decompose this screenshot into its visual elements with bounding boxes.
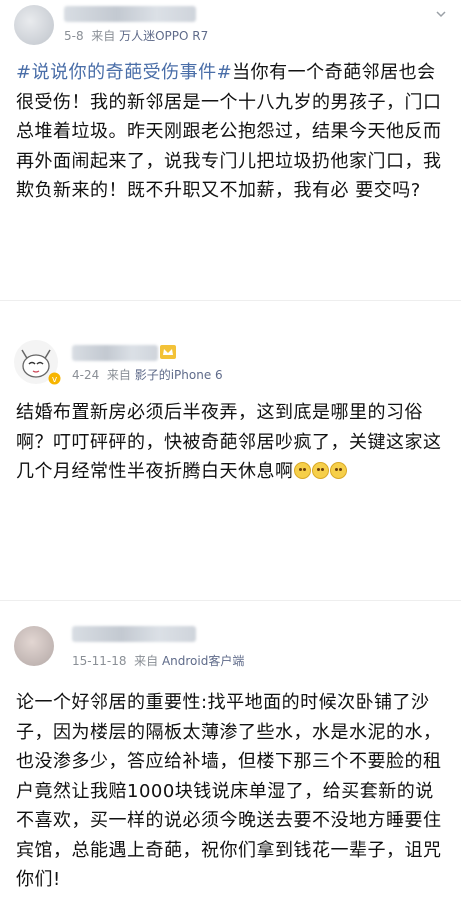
username[interactable] — [72, 345, 158, 361]
post-source[interactable]: Android客户端 — [162, 654, 244, 668]
post-header: v 4-24 来自 影子的iPhone 6 — [0, 340, 461, 392]
post-text: 论一个好邻居的重要性:找平地面的时候次卧铺了沙子，因为楼层的隔板太薄渗了些水，水… — [16, 688, 448, 895]
post-from: 来自 — [106, 368, 131, 382]
emoji-icon — [329, 462, 347, 479]
divider — [0, 300, 461, 301]
emoji-icon — [311, 462, 329, 479]
post-1: 5-8 来自 万人迷OPPO R7 #说说你的奇葩受伤事件#当你有一个奇葩邻居也… — [0, 0, 461, 260]
post-source[interactable]: 万人迷OPPO R7 — [119, 29, 208, 43]
post-date: 5-8 — [64, 29, 84, 43]
post-date: 4-24 — [72, 368, 100, 382]
post-meta: 5-8 来自 万人迷OPPO R7 — [64, 27, 208, 44]
crown-icon — [160, 345, 176, 359]
post-meta: 15-11-18 来自 Android客户端 — [72, 652, 244, 669]
post-date: 15-11-18 — [72, 654, 127, 668]
avatar[interactable] — [14, 626, 54, 666]
post-text: 结婚布置新房必须后半夜弄，这到底是哪里的习俗啊？叮叮砰砰的，快被奇葩邻居吵疯了，… — [16, 398, 448, 487]
post-header: 5-8 来自 万人迷OPPO R7 — [0, 0, 461, 52]
post-2: v 4-24 来自 影子的iPhone 6 结婚布置新房必须后半夜弄，这到底是哪… — [0, 340, 461, 540]
verified-badge-icon: v — [48, 372, 61, 385]
avatar[interactable] — [14, 5, 54, 45]
username[interactable] — [72, 626, 196, 642]
post-text-content: 结婚布置新房必须后半夜弄，这到底是哪里的习俗啊？叮叮砰砰的，快被奇葩邻居吵疯了，… — [16, 402, 442, 482]
post-from: 来自 — [91, 29, 116, 43]
post-text: #说说你的奇葩受伤事件#当你有一个奇葩邻居也会很受伤！我的新邻居是一个十八九岁的… — [16, 58, 448, 206]
post-text-content: 论一个好邻居的重要性:找平地面的时候次卧铺了沙子，因为楼层的隔板太薄渗了些水，水… — [16, 692, 442, 890]
svg-text:v: v — [52, 375, 58, 385]
emoji-icon — [293, 462, 311, 479]
post-header: 15-11-18 来自 Android客户端 — [0, 622, 461, 674]
post-3: 15-11-18 来自 Android客户端 论一个好邻居的重要性:找平地面的时… — [0, 622, 461, 900]
hashtag-link[interactable]: #说说你的奇葩受伤事件# — [16, 62, 232, 83]
post-from: 来自 — [134, 654, 159, 668]
username[interactable] — [64, 6, 196, 22]
chevron-down-icon[interactable] — [435, 8, 447, 20]
post-meta: 4-24 来自 影子的iPhone 6 — [72, 366, 223, 383]
divider — [0, 600, 461, 601]
post-source[interactable]: 影子的iPhone 6 — [135, 368, 223, 382]
